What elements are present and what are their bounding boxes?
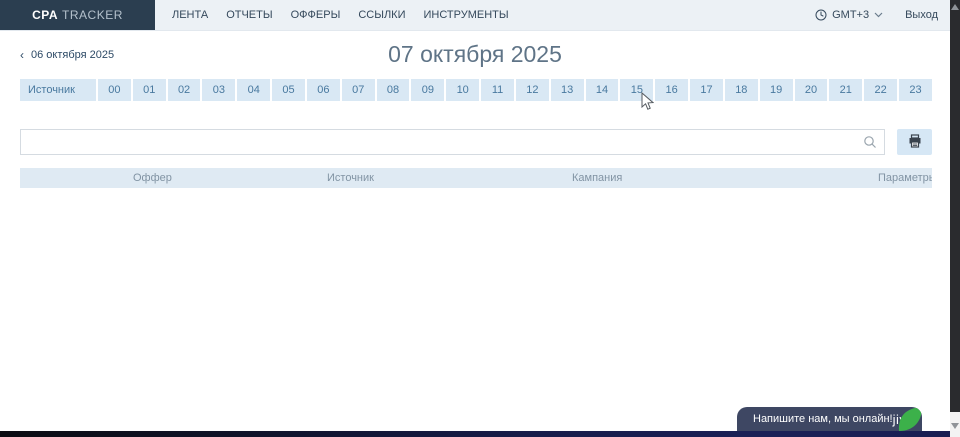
menu-item-offery[interactable]: ОФФЕРЫ [291,9,341,21]
hour-cell: 16 [653,79,688,101]
hour-cell: 19 [758,79,793,101]
menu-item-ssylki[interactable]: ССЫЛКИ [358,9,405,21]
brand-logo[interactable]: CPA TRACKER [0,0,155,30]
hour-cell: 04 [235,79,270,101]
column-header-source: Источник [327,172,572,184]
hour-cell: 05 [270,79,305,101]
scrollbar-thumb[interactable] [950,0,960,412]
menu-item-otchety[interactable]: ОТЧЕТЫ [226,9,272,21]
hour-cell: 00 [96,79,131,101]
search-container [20,129,885,155]
menu-item-instrumenty[interactable]: ИНСТРУМЕНТЫ [423,9,508,21]
results-table-header: Оффер Источник Кампания Параметры [20,168,932,188]
hour-cell: 13 [549,79,584,101]
clock-icon [815,9,827,21]
hour-cell: 12 [514,79,549,101]
top-navbar: CPA TRACKER ЛЕНТА ОТЧЕТЫ ОФФЕРЫ ССЫЛКИ И… [0,0,950,31]
scrollbar-down-arrow-icon[interactable] [951,423,959,429]
hour-cell: 20 [793,79,828,101]
print-button[interactable] [897,129,932,155]
background-window-strip [0,431,960,437]
hour-cell: 09 [409,79,444,101]
hour-cell: 15 [618,79,653,101]
hour-cell: 08 [375,79,410,101]
logout-link[interactable]: Выход [905,9,938,21]
chevron-down-icon [874,12,883,18]
source-column-header: Источник [20,79,96,101]
hour-cell: 22 [862,79,897,101]
brand-bold-text: CPA [32,8,58,22]
hour-cell: 11 [479,79,514,101]
printer-icon [908,134,922,151]
column-header-offer: Оффер [133,172,327,184]
navbar-right: GMT+3 Выход [815,0,950,30]
page: CPA TRACKER ЛЕНТА ОТЧЕТЫ ОФФЕРЫ ССЫЛКИ И… [0,0,960,437]
brand-rest-text: TRACKER [62,8,123,22]
hour-cell: 01 [131,79,166,101]
hours-header-row: Источник 0001020304050607080910111213141… [20,79,932,101]
hour-cell: 10 [444,79,479,101]
hour-cell: 18 [723,79,758,101]
hour-cell: 06 [305,79,340,101]
search-input[interactable] [20,129,885,155]
main-menu: ЛЕНТА ОТЧЕТЫ ОФФЕРЫ ССЫЛКИ ИНСТРУМЕНТЫ [172,0,509,30]
leaf-icon [896,407,922,431]
hour-cells: 0001020304050607080910111213141516171819… [96,79,932,101]
hour-cell: 07 [340,79,375,101]
hour-cell: 21 [827,79,862,101]
hour-cell: 14 [584,79,619,101]
vertical-scrollbar[interactable] [950,0,960,437]
timezone-value: GMT+3 [832,9,869,21]
chat-message: Напишите нам, мы онлайн! [737,413,893,425]
timezone-selector[interactable]: GMT+3 [815,9,883,21]
page-title: 07 октября 2025 [0,41,950,68]
hour-cell: 02 [166,79,201,101]
column-header-params: Параметры [878,172,932,184]
hour-cell: 17 [688,79,723,101]
scrollbar-up-arrow-icon[interactable] [951,4,959,10]
hour-cell: 23 [897,79,932,101]
menu-item-lenta[interactable]: ЛЕНТА [172,9,208,21]
column-header-campaign: Кампания [572,172,878,184]
hour-cell: 03 [200,79,235,101]
chat-widget[interactable]: Напишите нам, мы онлайн! jivo [737,407,922,431]
